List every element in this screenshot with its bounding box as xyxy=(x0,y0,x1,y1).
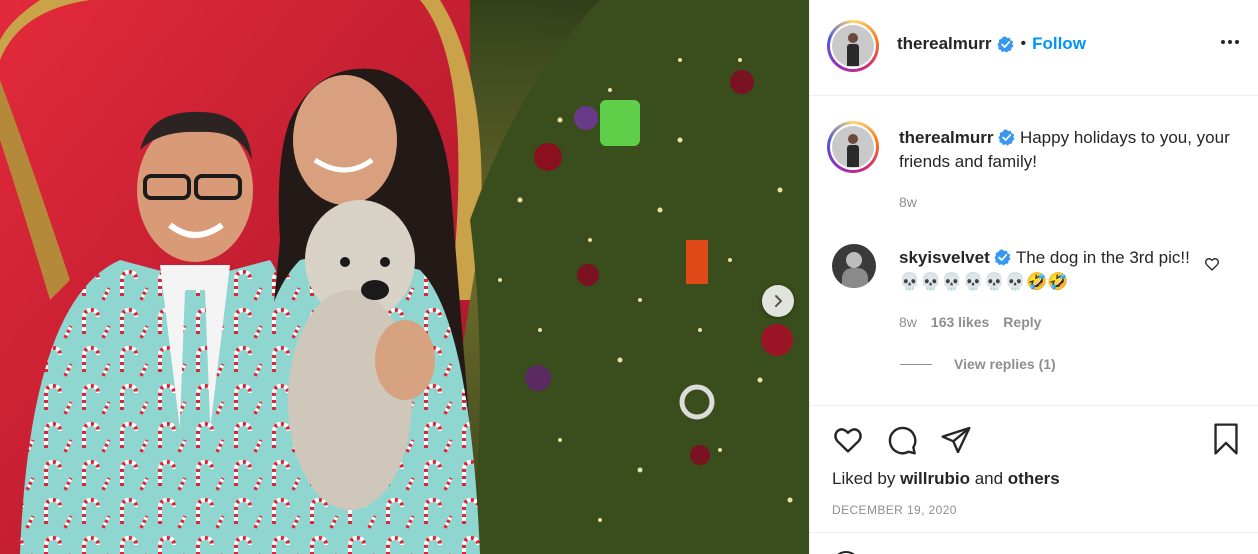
post-image xyxy=(0,0,809,554)
post-photo[interactable] xyxy=(0,0,809,554)
caption-username[interactable]: therealmurr xyxy=(899,128,993,147)
like-heart-icon[interactable] xyxy=(832,424,864,456)
post-header: therealmurr • Follow xyxy=(810,0,1258,96)
post-sidebar: therealmurr • Follow therealmurr Happy h… xyxy=(809,0,1258,554)
liked-prefix: Liked by xyxy=(832,469,896,488)
comment-age: 8w xyxy=(899,314,917,330)
caption: therealmurr Happy holidays to you, your … xyxy=(899,126,1239,210)
comment-username[interactable]: skyisvelvet xyxy=(899,248,990,267)
liked-by-text: Liked by willrubio and others xyxy=(832,469,1060,489)
replies-divider xyxy=(900,363,932,365)
comment-likes[interactable]: 163 likes xyxy=(931,314,989,330)
comment-item: skyisvelvet The dog in the 3rd pic!! 💀💀💀… xyxy=(899,246,1199,330)
add-comment-bar[interactable] xyxy=(810,532,1258,554)
comment-icon[interactable] xyxy=(886,424,918,456)
follow-button[interactable]: Follow xyxy=(1032,34,1086,54)
liked-and: and xyxy=(974,469,1004,488)
share-icon[interactable] xyxy=(940,424,972,456)
verified-badge-icon xyxy=(998,129,1015,146)
view-replies-row[interactable]: View replies (1) xyxy=(900,356,1056,372)
save-bookmark-icon[interactable] xyxy=(1210,422,1242,456)
verified-badge-icon xyxy=(994,249,1012,266)
reply-button[interactable]: Reply xyxy=(1003,314,1041,330)
view-replies-link[interactable]: View replies (1) xyxy=(954,356,1056,372)
author-avatar[interactable] xyxy=(827,20,879,72)
heart-icon[interactable] xyxy=(1204,256,1220,272)
post-actions: Liked by willrubio and others DECEMBER 1… xyxy=(810,405,1258,554)
post-date[interactable]: DECEMBER 19, 2020 xyxy=(832,503,957,517)
comments-section: therealmurr Happy holidays to you, your … xyxy=(810,96,1258,406)
commenter-avatar[interactable] xyxy=(832,244,876,288)
caption-age: 8w xyxy=(899,194,917,210)
liked-others-link[interactable]: others xyxy=(1008,469,1060,488)
liked-user-link[interactable]: willrubio xyxy=(900,469,970,488)
caption-avatar[interactable] xyxy=(827,121,879,173)
more-options-icon[interactable] xyxy=(1221,40,1239,44)
chevron-right-icon xyxy=(775,295,783,307)
author-username[interactable]: therealmurr xyxy=(897,34,991,54)
verified-badge-icon xyxy=(997,35,1015,53)
next-photo-button[interactable] xyxy=(762,285,794,317)
separator-dot: • xyxy=(1020,35,1027,52)
